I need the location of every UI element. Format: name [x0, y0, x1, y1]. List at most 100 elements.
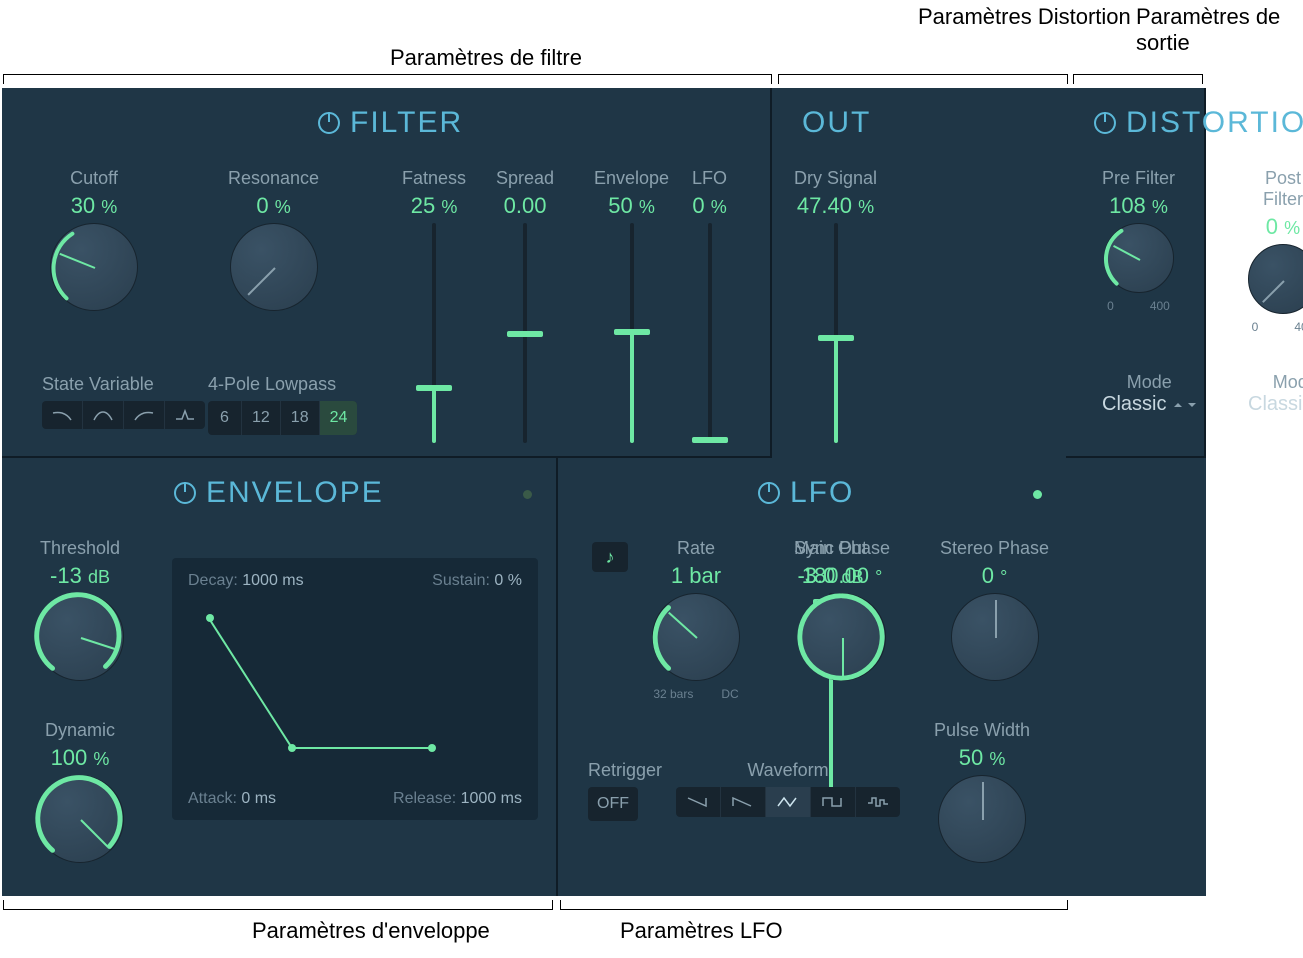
dynamic-knob[interactable]	[36, 775, 124, 863]
filter-shape-bandpass-icon[interactable]	[83, 401, 124, 429]
spread-value: 0.00	[504, 193, 547, 219]
envelope-slider[interactable]	[630, 223, 634, 443]
resonance-value: 0 %	[256, 193, 290, 219]
envelope-display[interactable]: Decay: 1000 ms Sustain: 0 % Attack: 0 ms…	[172, 558, 538, 820]
spread-label: Spread	[496, 168, 554, 189]
fatness-label: Fatness	[402, 168, 466, 189]
annotation-lfo: Paramètres LFO	[620, 918, 783, 944]
fatness-param: Fatness 25 %	[402, 168, 466, 443]
postfilter-value: 0 %	[1266, 214, 1300, 240]
rate-max: DC	[721, 687, 738, 701]
resonance-param: Resonance 0 %	[228, 168, 319, 311]
lfo-panel: LFO ♪ Rate 1 bar 32 bars DC Sync Phase 1…	[558, 458, 1066, 896]
sync-note-button[interactable]: ♪	[592, 542, 628, 572]
syncphase-knob[interactable]	[798, 593, 886, 681]
rate-min: 32 bars	[653, 687, 693, 701]
distortion-title-text: DISTORTION	[1126, 106, 1303, 140]
prefilter-mode-label: Mode	[1102, 372, 1196, 393]
stereophase-value: 0 °	[982, 563, 1008, 589]
fatness-slider[interactable]	[432, 223, 436, 443]
prefilter-knob[interactable]	[1104, 223, 1174, 293]
distortion-title: DISTORTION	[1094, 106, 1303, 140]
annotation-output: Paramètres de sortie	[1136, 4, 1303, 56]
threshold-value: -13 dB	[50, 563, 110, 589]
postfilter-mode-dropdown[interactable]: Classic	[1248, 393, 1303, 416]
annotation-filter: Paramètres de filtre	[390, 45, 582, 71]
filter-shape-highpass-icon[interactable]	[124, 401, 165, 429]
fatness-value: 25 %	[411, 193, 458, 219]
pulsewidth-value: 50 %	[959, 745, 1006, 771]
waveform-sawdown-icon[interactable]	[676, 787, 721, 817]
out-title-text: OUT	[802, 106, 871, 140]
envelope-title-text: ENVELOPE	[206, 476, 384, 510]
postfilter-min: 0	[1252, 320, 1259, 334]
pole-18[interactable]: 18	[281, 401, 320, 435]
dynamic-value: 100 %	[51, 745, 110, 771]
pole-6[interactable]: 6	[208, 401, 242, 435]
resonance-knob[interactable]	[230, 223, 318, 311]
envelope-title: ENVELOPE	[174, 476, 384, 510]
filter-power-button[interactable]	[318, 112, 340, 134]
rate-param: Rate 1 bar 32 bars DC	[652, 538, 740, 701]
cutoff-knob[interactable]	[50, 223, 138, 311]
waveform-triangle-icon[interactable]	[766, 787, 811, 817]
prefilter-mode-dropdown[interactable]: Classic	[1102, 393, 1196, 416]
distortion-panel: DISTORTION Pre Filter 108 % 0 400 Post F…	[1066, 88, 1206, 458]
rate-knob[interactable]	[652, 593, 740, 681]
plugin-window: FILTER Cutoff 30 % Resonance 0 % State V…	[2, 88, 1206, 896]
prefilter-min: 0	[1107, 299, 1114, 313]
dynamic-param: Dynamic 100 %	[36, 720, 124, 863]
stereophase-knob[interactable]	[951, 593, 1039, 681]
rate-label: Rate	[677, 538, 715, 559]
decay-readout: Decay: 1000 ms	[188, 572, 304, 590]
cutoff-param: Cutoff 30 %	[50, 168, 138, 311]
prefilter-value: 108 %	[1109, 193, 1168, 219]
out-title: OUT	[802, 106, 871, 140]
sustain-readout: Sustain: 0 %	[432, 572, 522, 590]
dynamic-label: Dynamic	[45, 720, 115, 741]
pole-12[interactable]: 12	[242, 401, 281, 435]
waveform-label: Waveform	[676, 760, 900, 781]
envelope-indicator-dot	[523, 490, 532, 499]
spread-param: Spread 0.00	[496, 168, 554, 443]
postfilter-param: Post Filter 0 % 0 400	[1248, 168, 1303, 334]
threshold-knob[interactable]	[36, 593, 124, 681]
stereophase-param: Stereo Phase 0 °	[940, 538, 1049, 681]
postfilter-mode-label: Mode	[1248, 372, 1303, 393]
pole-24[interactable]: 24	[320, 401, 358, 435]
dry-slider[interactable]	[834, 223, 838, 443]
prefilter-label: Pre Filter	[1102, 168, 1175, 189]
retrigger-label: Retrigger	[588, 760, 662, 781]
pulsewidth-param: Pulse Width 50 %	[934, 720, 1030, 863]
postfilter-knob[interactable]	[1248, 244, 1303, 314]
filter-shape-peak-icon[interactable]	[165, 401, 205, 429]
state-variable-label: State Variable	[42, 374, 205, 395]
lfo-slider[interactable]	[708, 223, 712, 443]
threshold-label: Threshold	[40, 538, 120, 559]
retrigger-button[interactable]: OFF	[588, 787, 638, 821]
prefilter-param: Pre Filter 108 % 0 400	[1102, 168, 1175, 313]
syncphase-label: Sync Phase	[794, 538, 890, 559]
threshold-param: Threshold -13 dB	[36, 538, 124, 681]
lfo-power-button[interactable]	[758, 482, 780, 504]
pulsewidth-knob[interactable]	[938, 775, 1026, 863]
envelope-slider-param: Envelope 50 %	[594, 168, 669, 443]
waveform-square-icon[interactable]	[811, 787, 856, 817]
resonance-label: Resonance	[228, 168, 319, 189]
envelope-power-button[interactable]	[174, 482, 196, 504]
envelope-graph[interactable]	[192, 608, 522, 778]
attack-readout: Attack: 0 ms	[188, 790, 276, 808]
lfo-slider-param: LFO 0 %	[692, 168, 727, 443]
dry-value: 47.40 %	[797, 193, 874, 219]
waveform-random-icon[interactable]	[856, 787, 900, 817]
lfo-slider-value: 0 %	[692, 193, 726, 219]
waveform-sawup-icon[interactable]	[721, 787, 766, 817]
distortion-power-button[interactable]	[1094, 112, 1116, 134]
spread-slider[interactable]	[523, 223, 527, 443]
lfo-slider-label: LFO	[692, 168, 727, 189]
retrigger-group: Retrigger OFF	[588, 760, 662, 821]
rate-value: 1 bar	[671, 563, 721, 589]
filter-title-text: FILTER	[350, 106, 463, 140]
dry-param: Dry Signal 47.40 %	[794, 168, 877, 443]
filter-shape-lowpass-icon[interactable]	[42, 401, 83, 429]
